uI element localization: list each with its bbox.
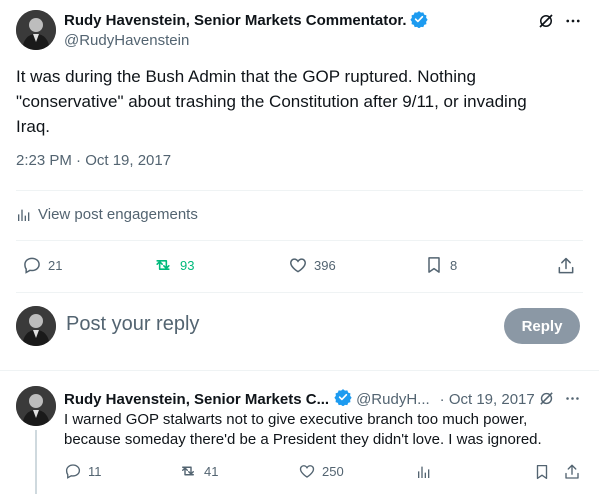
reply-icon bbox=[64, 462, 82, 480]
retweet-action[interactable]: 93 bbox=[152, 255, 194, 275]
reply-like-count: 250 bbox=[322, 463, 344, 479]
reply-icon bbox=[22, 255, 42, 275]
bookmark-action[interactable]: 8 bbox=[424, 255, 457, 275]
author-handle[interactable]: @RudyHavenstein bbox=[64, 32, 189, 49]
retweet-icon bbox=[152, 255, 174, 275]
retweet-count: 93 bbox=[180, 257, 195, 273]
bookmark-icon bbox=[424, 255, 444, 275]
retweet-icon bbox=[178, 462, 198, 480]
reply-author-avatar[interactable] bbox=[16, 386, 56, 426]
heart-icon bbox=[298, 462, 316, 480]
grok-icon[interactable] bbox=[535, 10, 557, 32]
reply-author-handle[interactable]: @RudyH... bbox=[356, 391, 430, 408]
reply-reply-action[interactable]: 11 bbox=[64, 462, 102, 480]
verified-badge-icon bbox=[334, 388, 352, 411]
divider bbox=[16, 190, 583, 191]
reply-button[interactable]: Reply bbox=[504, 308, 580, 344]
like-action[interactable]: 396 bbox=[288, 255, 336, 275]
view-engagements-link[interactable]: View post engagements bbox=[16, 206, 198, 223]
thread-line bbox=[35, 430, 37, 494]
reply-date[interactable]: · Oct 19, 2017 bbox=[440, 391, 535, 408]
reply-count: 21 bbox=[48, 257, 63, 273]
divider bbox=[16, 240, 583, 241]
author-avatar[interactable] bbox=[16, 10, 56, 50]
grok-icon[interactable] bbox=[536, 388, 556, 408]
bookmark-icon[interactable] bbox=[532, 462, 552, 482]
bookmark-count: 8 bbox=[450, 257, 458, 273]
author-name[interactable]: Rudy Havenstein, Senior Markets Commenta… bbox=[64, 12, 407, 29]
more-options-icon[interactable] bbox=[562, 10, 584, 32]
divider bbox=[0, 370, 599, 371]
reply-reply-count: 11 bbox=[88, 463, 102, 479]
analytics-icon[interactable] bbox=[414, 462, 434, 482]
tweet-text: It was during the Bush Admin that the GO… bbox=[16, 67, 527, 136]
reply-input[interactable]: Post your reply bbox=[66, 313, 486, 336]
tweet-timestamp[interactable]: 2:23 PM · Oct 19, 2017 bbox=[16, 152, 171, 169]
more-options-icon[interactable] bbox=[562, 388, 582, 408]
reply-text: I warned GOP stalwarts not to give execu… bbox=[64, 411, 542, 448]
view-engagements-label: View post engagements bbox=[38, 206, 198, 223]
like-count: 396 bbox=[314, 257, 336, 273]
analytics-icon bbox=[16, 207, 32, 223]
reply-action[interactable]: 21 bbox=[22, 255, 62, 275]
reply-retweet-count: 41 bbox=[204, 463, 219, 479]
reply-like-action[interactable]: 250 bbox=[298, 462, 344, 480]
share-icon[interactable] bbox=[562, 462, 582, 482]
share-icon[interactable] bbox=[555, 255, 577, 277]
reply-retweet-action[interactable]: 41 bbox=[178, 462, 218, 480]
user-avatar[interactable] bbox=[16, 306, 56, 346]
reply-author-name[interactable]: Rudy Havenstein, Senior Markets C... bbox=[64, 391, 329, 408]
verified-badge-icon bbox=[409, 10, 428, 33]
divider bbox=[16, 292, 583, 293]
heart-icon bbox=[288, 255, 308, 275]
